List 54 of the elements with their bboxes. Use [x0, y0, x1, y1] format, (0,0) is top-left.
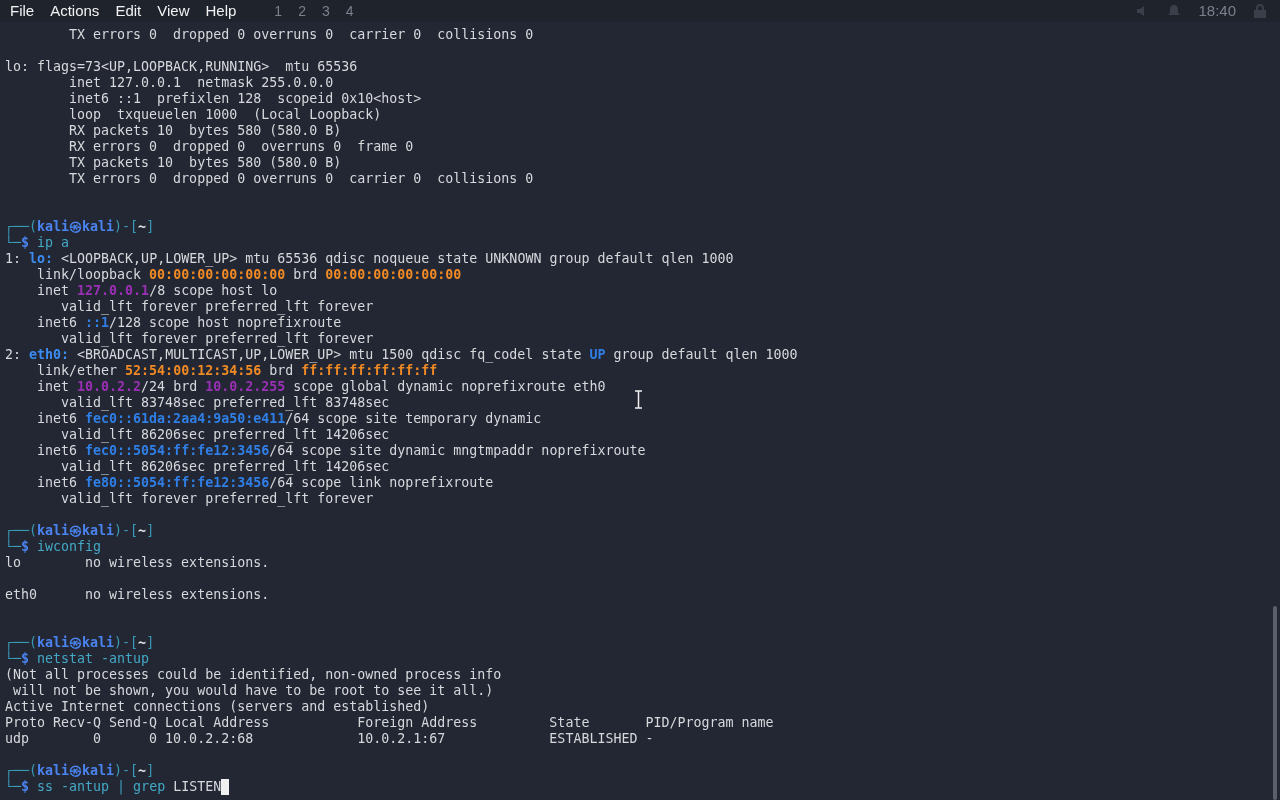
terminal-line: └─$ ip a: [5, 235, 70, 251]
terminal-line: inet6 fe80::5054:ff:fe12:3456/64 scope link noprefixroute: [36, 475, 494, 491]
terminal-line: loop txqueuelen 1000 (Local Loopback): [68, 107, 382, 123]
terminal-line: eth0 no wireless extensions.: [5, 587, 270, 603]
menu-item[interactable]: Help: [197, 1, 245, 21]
terminal-line: ┌──(kali㉿kali)-[~]: [5, 763, 155, 779]
terminal-line: inet6 fec0::5054:ff:fe12:3456/64 scope site dynamic mngtmpaddr noprefixroute: [36, 443, 646, 459]
terminal-line: valid_lft forever preferred_lft forever: [60, 331, 374, 347]
workspace-button[interactable]: 2: [298, 0, 306, 22]
menu-item[interactable]: Edit: [107, 1, 150, 21]
terminal-line: inet 10.0.2.2/24 brd 10.0.2.255 scope global dynamic noprefixroute eth0: [36, 379, 606, 395]
terminal-line: └─$ ss -antup | grep LISTEN: [5, 779, 222, 795]
bell-icon[interactable]: [1168, 4, 1181, 18]
terminal-line: link/ether 52:54:00:12:34:56 brd ff:ff:ff:ff:ff:ff: [36, 363, 438, 379]
terminal-line: 2: eth0: <BROADCAST,MULTICAST,UP,LOWER_UP> mtu 1500 qdisc fq_codel state UP group default qlen 1000: [5, 347, 798, 363]
text-cursor-icon: [634, 390, 643, 409]
terminal-line: link/loopback 00:00:00:00:00:00 brd 00:00:00:00:00:00: [36, 267, 462, 283]
menu-item[interactable]: File: [2, 1, 43, 21]
clock: 18:40: [1198, 0, 1236, 21]
terminal-line: will not be shown, you would have to be root to see it all.): [12, 683, 494, 699]
terminal-line: └─$ iwconfig: [5, 539, 102, 555]
terminal-line: inet 127.0.0.1 netmask 255.0.0.0: [68, 75, 334, 91]
terminal-line: udp 0 0 10.0.2.2:68 10.0.2.1:67 ESTABLISHED -: [5, 731, 654, 747]
terminal-line: ┌──(kali㉿kali)-[~]: [5, 635, 155, 651]
terminal-line: (Not all processes could be identified, non-owned process info: [5, 667, 502, 683]
terminal-line: └─$ netstat -antup: [5, 651, 150, 667]
terminal-line: RX errors 0 dropped 0 overruns 0 frame 0: [68, 139, 414, 155]
workspace-button[interactable]: 3: [321, 0, 330, 22]
terminal-line: valid_lft 86206sec preferred_lft 14206sec: [60, 427, 390, 443]
terminal-line: valid_lft 83748sec preferred_lft 83748sec: [60, 395, 390, 411]
lock-icon[interactable]: [1254, 4, 1266, 18]
terminal-line: valid_lft 86206sec preferred_lft 14206sec: [60, 459, 390, 475]
terminal-line: valid_lft forever preferred_lft forever: [60, 299, 374, 315]
terminal-line: lo: flags=73<UP,LOOPBACK,RUNNING> mtu 65536: [5, 59, 358, 75]
scrollbar-thumb[interactable]: [1273, 606, 1277, 800]
terminal-line: TX packets 10 bytes 580 (580.0 B): [68, 155, 342, 171]
terminal-line: valid_lft forever preferred_lft forever: [60, 491, 374, 507]
terminal-line: 1: lo: <LOOPBACK,UP,LOWER_UP> mtu 65536 qdisc noqueue state UNKNOWN group default qlen 1000: [5, 251, 734, 267]
terminal-line: inet6 ::1/128 scope host noprefixroute: [36, 315, 342, 331]
terminal-line: ┌──(kali㉿kali)-[~]: [5, 219, 155, 235]
terminal-line: RX packets 10 bytes 580 (580.0 B): [68, 123, 342, 139]
terminal-line: ┌──(kali㉿kali)-[~]: [5, 523, 155, 539]
terminal-line: Active Internet connections (servers and established): [5, 699, 430, 715]
menu-item[interactable]: View: [149, 1, 198, 21]
terminal-line: TX errors 0 dropped 0 overruns 0 carrier 0 collisions 0: [68, 171, 534, 187]
menu-item[interactable]: Actions: [42, 1, 108, 21]
workspace-button[interactable]: 4: [345, 0, 354, 22]
terminal-line: TX errors 0 dropped 0 overruns 0 carrier 0 collisions 0: [68, 27, 534, 43]
terminal-line: lo no wireless extensions.: [5, 555, 270, 571]
terminal-line: inet6 ::1 prefixlen 128 scopeid 0x10<host>: [68, 91, 422, 107]
terminal-line: Proto Recv-Q Send-Q Local Address Foreign Address State PID/Program name: [5, 715, 774, 731]
terminal-line: inet6 fec0::61da:2aa4:9a50:e411/64 scope site temporary dynamic: [36, 411, 542, 427]
workspace-button[interactable]: 1: [274, 0, 283, 22]
terminal-line: inet 127.0.0.1/8 scope host lo: [36, 283, 278, 299]
